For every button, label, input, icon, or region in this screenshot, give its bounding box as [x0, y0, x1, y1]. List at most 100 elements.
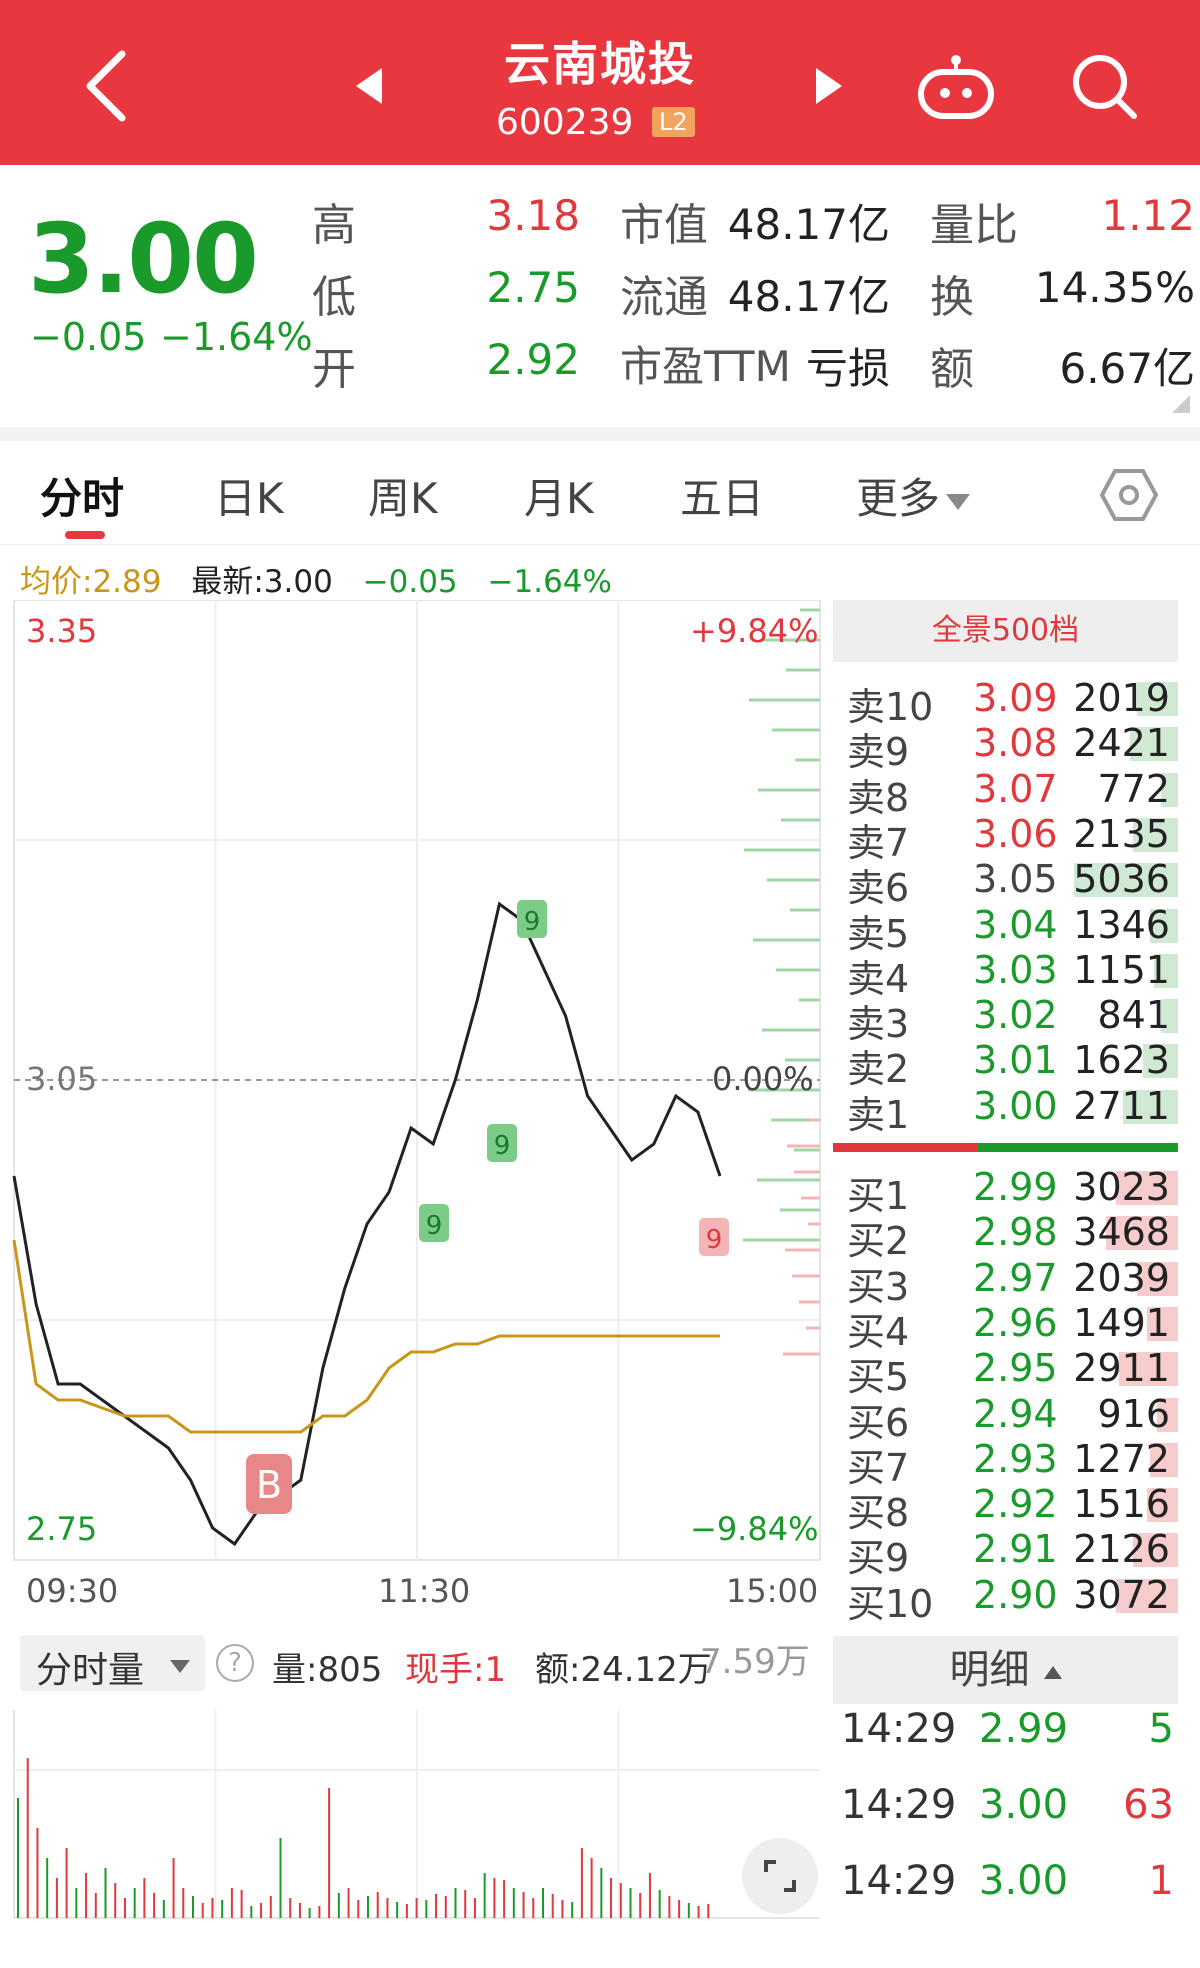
ask-volume: 2135	[1073, 811, 1170, 856]
tab-weekly-k[interactable]: 周K	[368, 465, 438, 526]
ask-price: 3.05	[973, 857, 1058, 902]
bid-volume: 1516	[1073, 1482, 1170, 1527]
chevron-down-icon	[170, 1660, 190, 1673]
settings-icon[interactable]	[1100, 466, 1158, 524]
amount-label: 额	[930, 344, 974, 395]
prev-stock-icon[interactable]	[352, 66, 386, 106]
trade-time: 14:29	[841, 1858, 957, 1904]
signal-label-1: 9	[494, 1131, 511, 1161]
chevron-down-icon	[946, 493, 971, 510]
section-divider	[0, 427, 1200, 441]
tab-five-day[interactable]: 五日	[680, 465, 764, 526]
bid-row-7[interactable]: 买7 2.93 1272	[833, 1436, 1178, 1490]
trade-row[interactable]: 14:29 2.99 5	[833, 1706, 1178, 1766]
ask-row-9[interactable]: 卖2 3.01 1623	[833, 1038, 1178, 1091]
ask-row-10[interactable]: 卖1 3.00 2711	[833, 1083, 1178, 1137]
robot-icon[interactable]	[915, 52, 997, 122]
avg-price: 均价:2.89	[20, 564, 162, 600]
bid-row-1[interactable]: 买1 2.99 3023	[833, 1165, 1178, 1218]
detail-title: 明细	[949, 1647, 1030, 1693]
bid-row-2[interactable]: 买2 2.98 3468	[833, 1210, 1178, 1263]
ask-row-4[interactable]: 卖7 3.06 2135	[833, 811, 1178, 865]
level2-badge[interactable]: L2	[652, 107, 695, 137]
trade-detail-header[interactable]: 明细	[833, 1636, 1178, 1704]
bid-row-3[interactable]: 买3 2.97 2039	[833, 1255, 1178, 1309]
trade-time: 14:29	[841, 1706, 957, 1752]
fullscreen-button[interactable]	[742, 1838, 818, 1914]
trade-volume: 1	[1148, 1858, 1174, 1904]
intraday-chart[interactable]: B 9 9 9 9	[0, 600, 830, 1600]
quote-panel[interactable]: 3.00 −0.05 −1.64% 高 低 开 3.18 2.75 2.92 市…	[0, 165, 1200, 427]
high-value: 3.18	[486, 191, 580, 240]
help-icon[interactable]: ?	[216, 1644, 254, 1682]
ask-volume: 2019	[1073, 676, 1170, 720]
mcap-value: 48.17亿	[727, 200, 890, 249]
price-change-pct: −1.64%	[160, 315, 313, 359]
trade-price: 3.00	[979, 1782, 1069, 1828]
ask-volume: 841	[1097, 993, 1170, 1038]
tab-more[interactable]: 更多	[856, 465, 971, 526]
ask-label: 卖1	[847, 1092, 910, 1137]
ask-row-8[interactable]: 卖3 3.02 841	[833, 993, 1178, 1046]
ask-price: 3.04	[973, 902, 1058, 947]
low-value: 2.75	[486, 263, 580, 312]
next-stock-icon[interactable]	[812, 66, 846, 106]
signal-label-3: 9	[706, 1225, 723, 1255]
expand-corner-icon[interactable]	[1172, 395, 1190, 413]
buy-marker-label: B	[256, 1463, 282, 1507]
ask-row-7[interactable]: 卖4 3.03 1151	[833, 947, 1178, 1001]
ask-row-3[interactable]: 卖8 3.07 772	[833, 766, 1178, 820]
trade-volume: 5	[1148, 1706, 1174, 1752]
y-axis-top: 3.35	[26, 612, 98, 650]
bid-row-6[interactable]: 买6 2.94 916	[833, 1391, 1178, 1445]
latest-change: −0.05	[362, 564, 458, 600]
bid-label: 买10	[847, 1581, 934, 1626]
ask-volume: 772	[1097, 766, 1170, 811]
ask-row-1[interactable]: 卖10 3.09 2019	[833, 676, 1178, 729]
ask-row-6[interactable]: 卖5 3.04 1346	[833, 902, 1178, 956]
turnover-value: 14.35%	[1034, 263, 1195, 312]
pct-axis-mid: 0.00%	[712, 1060, 814, 1098]
back-icon[interactable]	[78, 46, 138, 126]
trade-row[interactable]: 14:29 3.00 1	[833, 1858, 1178, 1918]
avg-price-line	[12, 1239, 720, 1434]
search-icon[interactable]	[1068, 50, 1140, 122]
tab-monthly-k[interactable]: 月K	[524, 465, 594, 526]
ask-price: 3.07	[973, 766, 1058, 811]
bid-price: 2.90	[973, 1572, 1058, 1617]
trade-price: 3.00	[979, 1858, 1069, 1904]
ask-price: 3.01	[973, 1038, 1058, 1083]
stock-name: 云南城投	[504, 37, 696, 91]
bid-row-9[interactable]: 买9 2.91 2126	[833, 1527, 1178, 1580]
bid-row-8[interactable]: 买8 2.92 1516	[833, 1482, 1178, 1535]
bid-volume: 3468	[1073, 1210, 1170, 1255]
tab-more-label: 更多	[856, 474, 941, 523]
ask-volume: 2711	[1073, 1083, 1170, 1128]
bid-row-10[interactable]: 买10 2.90 3072	[833, 1572, 1178, 1626]
ask-price: 3.03	[973, 947, 1058, 992]
intraday-info: 均价:2.89 最新:3.00 −0.05 −1.64%	[20, 556, 632, 600]
ask-row-2[interactable]: 卖9 3.08 2421	[833, 721, 1178, 774]
bid-volume: 2039	[1073, 1255, 1170, 1300]
open-label: 开	[312, 344, 356, 395]
ask-price: 3.00	[973, 1083, 1058, 1128]
ask-row-5[interactable]: 卖6 3.05 5036	[833, 857, 1178, 910]
x-axis-mid: 11:30	[378, 1572, 471, 1610]
ask-volume: 1151	[1073, 947, 1170, 992]
bid-price: 2.93	[973, 1436, 1058, 1481]
bid-price: 2.94	[973, 1391, 1058, 1436]
volume-amount: 额:24.12万	[535, 1650, 712, 1690]
bid-volume: 916	[1097, 1391, 1170, 1436]
bid-volume: 1491	[1073, 1300, 1170, 1345]
order-book-title[interactable]: 全景500档	[833, 600, 1178, 662]
bid-row-5[interactable]: 买5 2.95 2911	[833, 1346, 1178, 1399]
latest-price: 最新:3.00	[191, 564, 333, 600]
trade-row[interactable]: 14:29 3.00 63	[833, 1782, 1178, 1842]
bid-volume: 2126	[1073, 1527, 1170, 1572]
bid-price: 2.98	[973, 1210, 1058, 1255]
bid-row-4[interactable]: 买4 2.96 1491	[833, 1300, 1178, 1354]
tab-daily-k[interactable]: 日K	[214, 465, 284, 526]
x-axis-start: 09:30	[26, 1572, 119, 1610]
bid-volume: 2911	[1073, 1346, 1170, 1391]
tab-intraday[interactable]: 分时	[40, 465, 124, 526]
